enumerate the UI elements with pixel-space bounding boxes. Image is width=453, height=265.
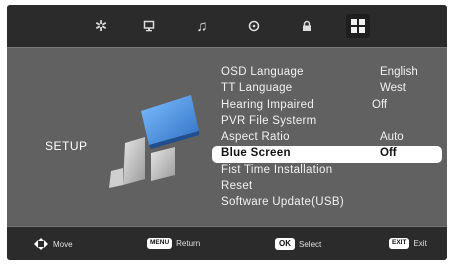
menu-item-label: TT Language	[221, 82, 293, 95]
menu-item-label: Reset	[221, 180, 253, 193]
select-hint-label: Select	[299, 239, 322, 249]
clock-icon[interactable]	[242, 14, 266, 38]
menu-item-label: Software Update(USB)	[221, 196, 344, 209]
move-arrows-icon	[34, 238, 48, 250]
menu-item-value: English	[380, 66, 418, 78]
menu-item-value: West	[380, 82, 406, 95]
menu-item-label: Fist Time Installation	[221, 163, 333, 176]
clock-glyph	[248, 20, 260, 32]
music-note-icon[interactable]: ♫	[190, 14, 214, 38]
grid-glyph	[351, 19, 365, 33]
tv-screen: ✲ ♫ SETUP OSD Language English TT Langua…	[7, 5, 447, 260]
menu-item-blue-screen[interactable]: Blue Screen Off	[212, 146, 442, 163]
menu-item-aspect-ratio[interactable]: Aspect Ratio Auto	[212, 130, 442, 146]
monitor-icon[interactable]	[137, 14, 161, 38]
select-hint: OK Select	[275, 238, 321, 250]
exit-key-icon: EXIT	[389, 238, 410, 249]
menu-item-software-update[interactable]: Software Update(USB)	[212, 195, 442, 211]
setup-grid-icon[interactable]	[346, 14, 370, 38]
menu-item-value: Off	[372, 98, 388, 111]
category-bar: ✲ ♫	[7, 5, 447, 48]
menu-item-label: OSD Language	[221, 66, 304, 78]
menu-item-reset[interactable]: Reset	[212, 179, 442, 195]
menu-item-label: Aspect Ratio	[221, 131, 290, 144]
return-hint: MENU Return	[147, 238, 200, 249]
ok-key-icon: OK	[275, 238, 295, 250]
section-label: SETUP	[45, 139, 88, 153]
setup-logo-icon	[109, 95, 199, 188]
hint-bar: Move MENU Return OK Select EXIT Exit	[7, 226, 447, 260]
lock-icon[interactable]	[295, 14, 319, 38]
menu-item-label: PVR File Systerm	[221, 114, 317, 127]
menu-key-icon: MENU	[147, 238, 173, 249]
gear-icon[interactable]: ✲	[89, 14, 113, 38]
menu-item-value: Auto	[380, 131, 404, 144]
menu-item-first-time-installation[interactable]: Fist Time Installation	[212, 163, 442, 179]
exit-hint-label: Exit	[413, 238, 427, 248]
menu-item-osd-language[interactable]: OSD Language English	[212, 65, 442, 81]
menu-item-hearing-impaired[interactable]: Hearing Impaired Off	[212, 98, 442, 114]
setup-menu: OSD Language English TT Language West He…	[212, 65, 447, 212]
return-hint-label: Return	[176, 238, 201, 248]
lock-glyph	[303, 20, 311, 31]
move-hint-label: Move	[53, 239, 73, 249]
move-hint: Move	[33, 238, 73, 250]
menu-item-value: Off	[380, 147, 397, 160]
menu-item-label: Blue Screen	[221, 147, 291, 160]
monitor-glyph	[143, 20, 155, 32]
menu-item-tt-language[interactable]: TT Language West	[212, 81, 442, 97]
menu-item-label: Hearing Impaired	[221, 98, 315, 111]
exit-hint: EXIT Exit	[389, 238, 427, 249]
menu-item-pvr-file-system[interactable]: PVR File Systerm	[212, 114, 442, 130]
